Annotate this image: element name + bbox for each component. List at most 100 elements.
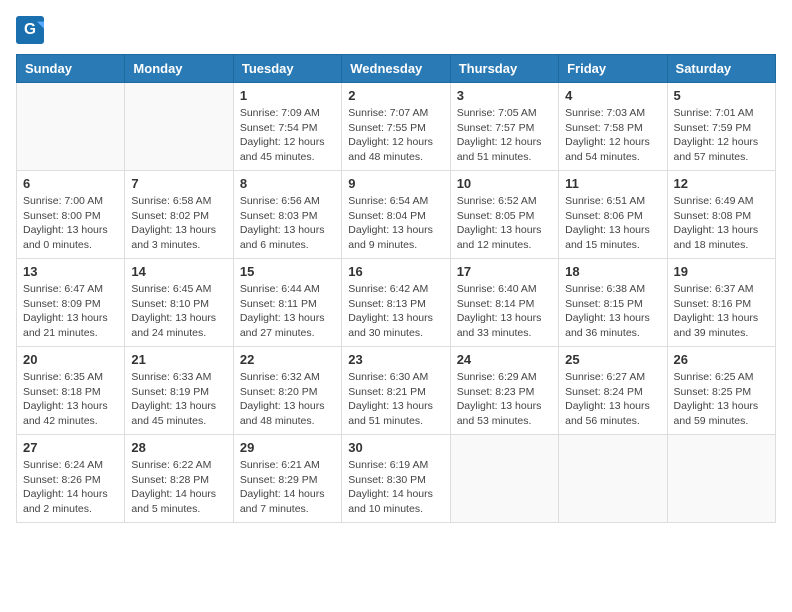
day-detail: Sunrise: 6:58 AM Sunset: 8:02 PM Dayligh…: [131, 194, 226, 253]
day-number: 16: [348, 264, 443, 279]
day-detail: Sunrise: 6:44 AM Sunset: 8:11 PM Dayligh…: [240, 282, 335, 341]
day-number: 1: [240, 88, 335, 103]
calendar-cell: 10 Sunrise: 6:52 AM Sunset: 8:05 PM Dayli…: [450, 171, 558, 259]
calendar-cell: [17, 83, 125, 171]
weekday-header-saturday: Saturday: [667, 55, 775, 83]
day-detail: Sunrise: 6:25 AM Sunset: 8:25 PM Dayligh…: [674, 370, 769, 429]
calendar-cell: 14 Sunrise: 6:45 AM Sunset: 8:10 PM Dayli…: [125, 259, 233, 347]
calendar-header-row: SundayMondayTuesdayWednesdayThursdayFrid…: [17, 55, 776, 83]
calendar-cell: 18 Sunrise: 6:38 AM Sunset: 8:15 PM Dayli…: [559, 259, 667, 347]
day-number: 14: [131, 264, 226, 279]
day-detail: Sunrise: 6:21 AM Sunset: 8:29 PM Dayligh…: [240, 458, 335, 517]
day-number: 26: [674, 352, 769, 367]
weekday-header-sunday: Sunday: [17, 55, 125, 83]
day-number: 28: [131, 440, 226, 455]
day-detail: Sunrise: 6:40 AM Sunset: 8:14 PM Dayligh…: [457, 282, 552, 341]
day-detail: Sunrise: 6:51 AM Sunset: 8:06 PM Dayligh…: [565, 194, 660, 253]
calendar-cell: 7 Sunrise: 6:58 AM Sunset: 8:02 PM Daylig…: [125, 171, 233, 259]
day-number: 7: [131, 176, 226, 191]
day-number: 11: [565, 176, 660, 191]
day-number: 19: [674, 264, 769, 279]
calendar-cell: 13Sunrise: 6:47 AM Sunset: 8:09 PM Dayli…: [17, 259, 125, 347]
calendar-cell: 16Sunrise: 6:42 AM Sunset: 8:13 PM Dayli…: [342, 259, 450, 347]
calendar-cell: 2 Sunrise: 7:07 AM Sunset: 7:55 PM Daylig…: [342, 83, 450, 171]
day-number: 2: [348, 88, 443, 103]
calendar-cell: 22Sunrise: 6:32 AM Sunset: 8:20 PM Dayli…: [233, 347, 341, 435]
calendar-cell: 8 Sunrise: 6:56 AM Sunset: 8:03 PM Daylig…: [233, 171, 341, 259]
day-number: 29: [240, 440, 335, 455]
calendar-cell: 4 Sunrise: 7:03 AM Sunset: 7:58 PM Daylig…: [559, 83, 667, 171]
weekday-header-tuesday: Tuesday: [233, 55, 341, 83]
logo-icon: G: [16, 16, 44, 44]
calendar-cell: 11 Sunrise: 6:51 AM Sunset: 8:06 PM Dayli…: [559, 171, 667, 259]
day-detail: Sunrise: 7:01 AM Sunset: 7:59 PM Dayligh…: [674, 106, 769, 165]
calendar-cell: 1 Sunrise: 7:09 AM Sunset: 7:54 PM Daylig…: [233, 83, 341, 171]
calendar-week-row: 27 Sunrise: 6:24 AM Sunset: 8:26 PM Dayli…: [17, 435, 776, 523]
calendar-cell: 20 Sunrise: 6:35 AM Sunset: 8:18 PM Dayli…: [17, 347, 125, 435]
day-number: 23: [348, 352, 443, 367]
calendar-week-row: 6 Sunrise: 7:00 AM Sunset: 8:00 PM Daylig…: [17, 171, 776, 259]
day-detail: Sunrise: 7:03 AM Sunset: 7:58 PM Dayligh…: [565, 106, 660, 165]
calendar-cell: 28 Sunrise: 6:22 AM Sunset: 8:28 PM Dayli…: [125, 435, 233, 523]
weekday-header-monday: Monday: [125, 55, 233, 83]
day-detail: Sunrise: 6:24 AM Sunset: 8:26 PM Dayligh…: [23, 458, 118, 517]
day-detail: Sunrise: 6:54 AM Sunset: 8:04 PM Dayligh…: [348, 194, 443, 253]
calendar-cell: 26 Sunrise: 6:25 AM Sunset: 8:25 PM Dayli…: [667, 347, 775, 435]
calendar-cell: [125, 83, 233, 171]
calendar-week-row: 20 Sunrise: 6:35 AM Sunset: 8:18 PM Dayli…: [17, 347, 776, 435]
day-detail: Sunrise: 6:37 AM Sunset: 8:16 PM Dayligh…: [674, 282, 769, 341]
day-number: 8: [240, 176, 335, 191]
calendar-cell: 17Sunrise: 6:40 AM Sunset: 8:14 PM Dayli…: [450, 259, 558, 347]
day-detail: Sunrise: 6:38 AM Sunset: 8:15 PM Dayligh…: [565, 282, 660, 341]
day-number: 9: [348, 176, 443, 191]
day-detail: Sunrise: 6:32 AM Sunset: 8:20 PM Dayligh…: [240, 370, 335, 429]
weekday-header-thursday: Thursday: [450, 55, 558, 83]
calendar-cell: 23 Sunrise: 6:30 AM Sunset: 8:21 PM Dayli…: [342, 347, 450, 435]
logo: G: [16, 16, 48, 44]
day-detail: Sunrise: 6:33 AM Sunset: 8:19 PM Dayligh…: [131, 370, 226, 429]
day-number: 21: [131, 352, 226, 367]
day-detail: Sunrise: 6:29 AM Sunset: 8:23 PM Dayligh…: [457, 370, 552, 429]
calendar-cell: [450, 435, 558, 523]
day-detail: Sunrise: 6:49 AM Sunset: 8:08 PM Dayligh…: [674, 194, 769, 253]
weekday-header-friday: Friday: [559, 55, 667, 83]
day-number: 10: [457, 176, 552, 191]
calendar-cell: [667, 435, 775, 523]
calendar-cell: 30Sunrise: 6:19 AM Sunset: 8:30 PM Dayli…: [342, 435, 450, 523]
calendar-cell: 6 Sunrise: 7:00 AM Sunset: 8:00 PM Daylig…: [17, 171, 125, 259]
day-number: 12: [674, 176, 769, 191]
day-number: 18: [565, 264, 660, 279]
day-detail: Sunrise: 6:19 AM Sunset: 8:30 PM Dayligh…: [348, 458, 443, 517]
day-detail: Sunrise: 7:00 AM Sunset: 8:00 PM Dayligh…: [23, 194, 118, 253]
calendar-cell: 19 Sunrise: 6:37 AM Sunset: 8:16 PM Dayli…: [667, 259, 775, 347]
calendar-cell: 24 Sunrise: 6:29 AM Sunset: 8:23 PM Dayli…: [450, 347, 558, 435]
day-detail: Sunrise: 6:35 AM Sunset: 8:18 PM Dayligh…: [23, 370, 118, 429]
day-number: 25: [565, 352, 660, 367]
day-number: 24: [457, 352, 552, 367]
calendar-cell: 15 Sunrise: 6:44 AM Sunset: 8:11 PM Dayli…: [233, 259, 341, 347]
day-number: 15: [240, 264, 335, 279]
day-detail: Sunrise: 6:47 AM Sunset: 8:09 PM Dayligh…: [23, 282, 118, 341]
page-header: G: [16, 16, 776, 44]
day-detail: Sunrise: 7:09 AM Sunset: 7:54 PM Dayligh…: [240, 106, 335, 165]
day-detail: Sunrise: 6:27 AM Sunset: 8:24 PM Dayligh…: [565, 370, 660, 429]
day-detail: Sunrise: 6:22 AM Sunset: 8:28 PM Dayligh…: [131, 458, 226, 517]
day-detail: Sunrise: 7:07 AM Sunset: 7:55 PM Dayligh…: [348, 106, 443, 165]
calendar-cell: 25 Sunrise: 6:27 AM Sunset: 8:24 PM Dayli…: [559, 347, 667, 435]
day-detail: Sunrise: 6:30 AM Sunset: 8:21 PM Dayligh…: [348, 370, 443, 429]
calendar-week-row: 13Sunrise: 6:47 AM Sunset: 8:09 PM Dayli…: [17, 259, 776, 347]
calendar-cell: [559, 435, 667, 523]
day-number: 5: [674, 88, 769, 103]
svg-text:G: G: [24, 21, 36, 38]
calendar-week-row: 1 Sunrise: 7:09 AM Sunset: 7:54 PM Daylig…: [17, 83, 776, 171]
day-number: 27: [23, 440, 118, 455]
day-number: 6: [23, 176, 118, 191]
day-detail: Sunrise: 6:52 AM Sunset: 8:05 PM Dayligh…: [457, 194, 552, 253]
day-number: 4: [565, 88, 660, 103]
day-number: 20: [23, 352, 118, 367]
calendar-cell: 29 Sunrise: 6:21 AM Sunset: 8:29 PM Dayli…: [233, 435, 341, 523]
day-detail: Sunrise: 6:45 AM Sunset: 8:10 PM Dayligh…: [131, 282, 226, 341]
day-detail: Sunrise: 6:56 AM Sunset: 8:03 PM Dayligh…: [240, 194, 335, 253]
calendar-table: SundayMondayTuesdayWednesdayThursdayFrid…: [16, 54, 776, 523]
calendar-cell: 3Sunrise: 7:05 AM Sunset: 7:57 PM Daylig…: [450, 83, 558, 171]
